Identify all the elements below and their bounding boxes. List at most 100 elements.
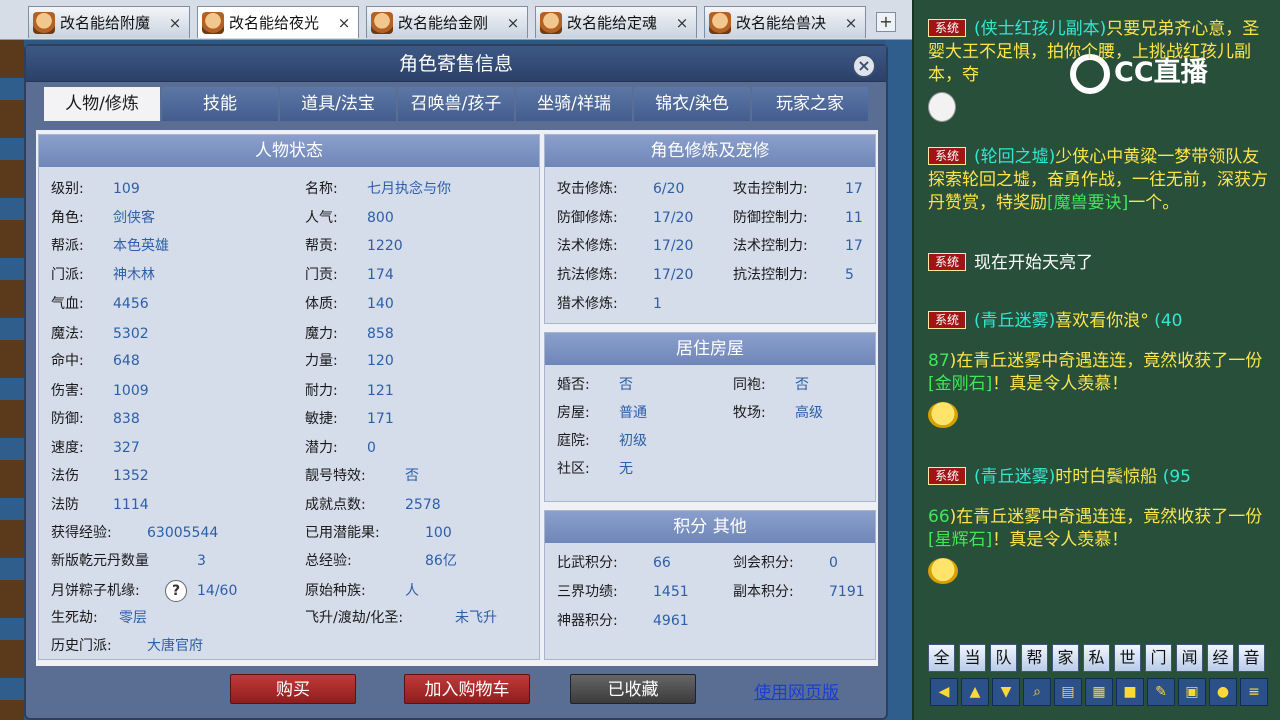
channel-private-button[interactable]: 私	[1083, 644, 1110, 672]
character-face-icon	[371, 11, 393, 34]
tab-player-home[interactable]: 玩家之家	[752, 87, 868, 121]
stat-row: 抗法控制力: 5	[733, 267, 854, 283]
close-icon[interactable]: ×	[843, 14, 859, 32]
stat-row: 原始种族: 人	[305, 583, 419, 599]
bunny-emote-icon	[928, 92, 956, 122]
window-icon[interactable]: ▣	[1178, 678, 1206, 706]
stat-row: 靓号特效: 否	[305, 468, 419, 484]
stat-row: 神器积分: 4961	[557, 613, 689, 629]
stat-row: 伤害: 1009	[51, 383, 149, 399]
stat-row: 飞升/渡劫/化圣: 未飞升	[305, 610, 497, 626]
tab-pets[interactable]: 召唤兽/孩子	[398, 87, 514, 121]
arrow-left-icon[interactable]: ◀	[930, 678, 958, 706]
housing-panel: 居住房屋 婚否: 否 房屋: 普通 庭院: 初级 社区: 无 同袍: 否 牧场: 高级	[544, 332, 876, 502]
list-icon[interactable]: ≡	[1240, 678, 1268, 706]
stat-row: 帮贡: 1220	[305, 238, 403, 254]
chat-message: 系统 (侠士红孩儿副本)只要兄弟齐心意，圣婴大王不足惧，拍你个腰，上挑战红孩儿副本…	[928, 19, 1260, 85]
add-to-cart-button[interactable]: 加入购物车	[404, 674, 530, 704]
stat-row: 法术控制力: 17	[733, 238, 863, 254]
background-page-strip	[0, 40, 24, 720]
cultivation-panel: 角色修炼及宠修 攻击修炼: 6/20 防御修炼: 17/20 法术修炼: 17/20 …	[544, 134, 876, 324]
stat-row: 攻击控制力: 17	[733, 181, 863, 197]
system-tag: 系统	[928, 147, 967, 165]
new-tab-button[interactable]: +	[876, 12, 896, 32]
stat-row: 潜力: 0	[305, 440, 376, 456]
character-face-icon	[202, 11, 224, 34]
channel-all-button[interactable]: 全	[928, 644, 955, 672]
browser-tab-3[interactable]: 改名能给金刚 ×	[366, 6, 528, 38]
stat-row: 门派: 神木林	[51, 267, 155, 283]
channel-guild-button[interactable]: 帮	[1021, 644, 1048, 672]
stat-row: 生死劫: 零层	[51, 610, 147, 626]
stat-row: 防御: 838	[51, 411, 140, 427]
brush-icon[interactable]: ✎	[1147, 678, 1175, 706]
help-icon[interactable]: ?	[165, 580, 187, 602]
search-icon[interactable]: ⌕	[1023, 678, 1051, 706]
tab-skills[interactable]: 技能	[162, 87, 278, 121]
stat-row: 庭院: 初级	[557, 433, 647, 449]
stat-row: 防御控制力: 11	[733, 210, 863, 226]
chat-message: 66)在青丘迷雾中奇遇连连，竟然收获了一份[星辉石]！真是令人羡慕！	[928, 507, 1263, 550]
dialog-close-button[interactable]: ×	[852, 54, 876, 78]
channel-team-button[interactable]: 队	[990, 644, 1017, 672]
stat-row: 攻击修炼: 6/20	[557, 181, 685, 197]
smile-emote-icon	[928, 402, 958, 428]
tab-outfits[interactable]: 锦衣/染色	[634, 87, 750, 121]
system-tag: 系统	[928, 467, 967, 485]
favorited-button[interactable]: 已收藏	[570, 674, 696, 704]
browser-tab-1[interactable]: 改名能给附魔 ×	[28, 6, 190, 38]
browser-tab-4[interactable]: 改名能给定魂 ×	[535, 6, 697, 38]
arrow-down-icon[interactable]: ▼	[992, 678, 1020, 706]
arrow-up-icon[interactable]: ▲	[961, 678, 989, 706]
channel-current-button[interactable]: 当	[959, 644, 986, 672]
panel-heading: 居住房屋	[545, 333, 875, 365]
browser-tab-label: 改名能给定魂	[567, 14, 658, 32]
stat-row: 三界功绩: 1451	[557, 584, 689, 600]
browser-tab-5[interactable]: 改名能给兽决 ×	[704, 6, 866, 38]
stat-row: 剑会积分: 0	[733, 555, 838, 571]
stat-row: 副本积分: 7191	[733, 584, 865, 600]
stat-row: 防御修炼: 17/20	[557, 210, 694, 226]
tab-mounts[interactable]: 坐骑/祥瑞	[516, 87, 632, 121]
buy-button[interactable]: 购买	[230, 674, 356, 704]
lock-icon[interactable]: ■	[1116, 678, 1144, 706]
grid-icon[interactable]: ▦	[1085, 678, 1113, 706]
content-tabs: 人物/修炼 技能 道具/法宝 召唤兽/孩子 坐骑/祥瑞 锦衣/染色 玩家之家	[44, 84, 876, 124]
channel-trade-button[interactable]: 经	[1207, 644, 1234, 672]
stat-row: 耐力: 121	[305, 383, 394, 399]
stat-row: 角色: 剑侠客	[51, 210, 155, 226]
web-version-link[interactable]: 使用网页版	[754, 678, 839, 703]
channel-sect-button[interactable]: 门	[1145, 644, 1172, 672]
stat-row: 房屋: 普通	[557, 405, 647, 421]
chat-message: 系统 (青丘迷雾)时时白鬓惊船 (95	[928, 466, 1268, 489]
browser-tab-label: 改名能给兽决	[736, 14, 827, 32]
close-icon[interactable]: ×	[505, 14, 521, 32]
character-face-icon	[540, 11, 562, 34]
panel-heading: 积分 其他	[545, 511, 875, 543]
channel-family-button[interactable]: 家	[1052, 644, 1079, 672]
background-page-strip-right	[886, 40, 912, 720]
stat-row: 法防 1114	[51, 497, 149, 513]
smile-emote-icon	[928, 558, 958, 584]
channel-voice-button[interactable]: 音	[1238, 644, 1265, 672]
system-tag: 系统	[928, 311, 967, 329]
close-icon[interactable]: ×	[167, 14, 183, 32]
chat-emote	[928, 92, 1268, 129]
stat-row: 牧场: 高级	[733, 405, 823, 421]
tab-items[interactable]: 道具/法宝	[280, 87, 396, 121]
chat-message: 87)在青丘迷雾中奇遇连连，竟然收获了一份[金刚石]！真是令人羡慕！	[928, 351, 1263, 394]
chat-bubble-icon[interactable]: ●	[1209, 678, 1237, 706]
channel-world-button[interactable]: 世	[1114, 644, 1141, 672]
dialog-title: 角色寄售信息	[26, 46, 886, 82]
role-consignment-dialog: 角色寄售信息 × 人物/修炼 技能 道具/法宝 召唤兽/孩子 坐骑/祥瑞 锦衣/…	[24, 44, 888, 720]
close-icon[interactable]: ×	[336, 14, 352, 32]
channel-news-button[interactable]: 闻	[1176, 644, 1203, 672]
stat-row: 猎术修炼: 1	[557, 296, 662, 312]
note-icon[interactable]: ▤	[1054, 678, 1082, 706]
tab-character[interactable]: 人物/修炼	[44, 87, 160, 121]
panel-heading: 角色修炼及宠修	[545, 135, 875, 167]
character-face-icon	[33, 11, 55, 34]
chat-emote	[928, 558, 1268, 591]
browser-tab-2[interactable]: 改名能给夜光 ×	[197, 6, 359, 38]
close-icon[interactable]: ×	[674, 14, 690, 32]
